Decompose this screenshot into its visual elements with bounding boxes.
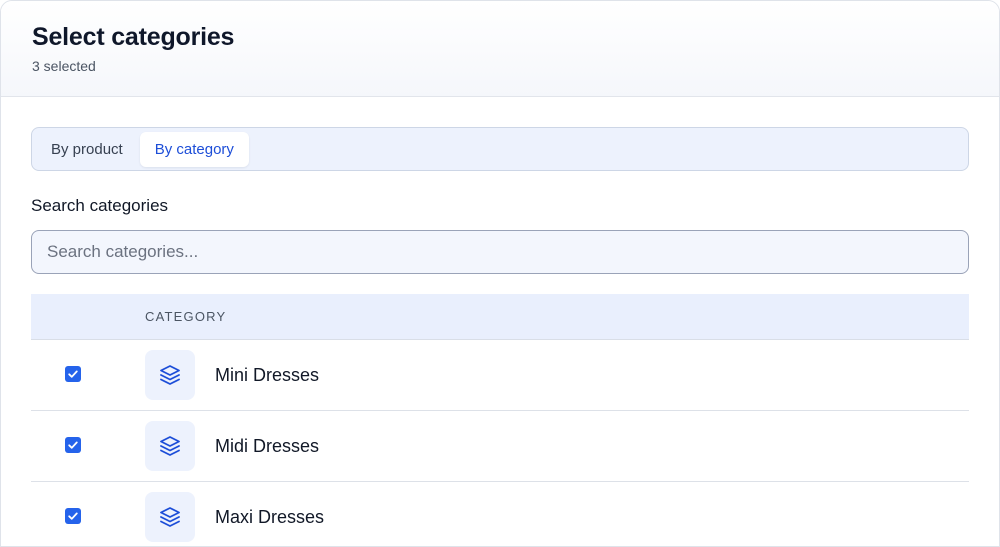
tab-by-product[interactable]: By product xyxy=(36,132,138,167)
row-checkbox[interactable] xyxy=(65,508,81,524)
panel-title: Select categories xyxy=(32,23,235,51)
table-row[interactable]: Midi Dresses xyxy=(31,411,969,482)
panel-header: Select categories 3 selected xyxy=(1,1,999,97)
layers-icon xyxy=(145,350,195,400)
selected-count: 3 selected xyxy=(32,58,96,74)
search-input[interactable] xyxy=(31,230,969,274)
row-category-cell: Mini Dresses xyxy=(145,350,319,400)
row-checkbox[interactable] xyxy=(65,366,81,382)
select-categories-panel: Select categories 3 selected By product … xyxy=(0,0,1000,547)
row-category-cell: Maxi Dresses xyxy=(145,492,324,542)
table-row[interactable]: Maxi Dresses xyxy=(31,482,969,546)
checkmark-icon xyxy=(68,370,78,378)
category-table: CATEGORY Mini Dresses Midi Dresses Maxi … xyxy=(31,294,969,546)
checkmark-icon xyxy=(68,441,78,449)
category-name: Maxi Dresses xyxy=(215,506,325,527)
row-checkbox-cell xyxy=(31,437,145,453)
table-row[interactable]: Mini Dresses xyxy=(31,340,969,411)
panel-body: By product By category Search categories… xyxy=(1,97,999,546)
tab-by-category[interactable]: By category xyxy=(139,131,249,167)
row-checkbox[interactable] xyxy=(65,437,81,453)
category-name: Mini Dresses xyxy=(215,364,320,385)
category-name: Midi Dresses xyxy=(215,435,320,456)
layers-icon xyxy=(145,421,195,471)
table-header: CATEGORY xyxy=(31,294,969,340)
checkmark-icon xyxy=(68,512,78,520)
row-checkbox-cell xyxy=(31,508,145,524)
layers-icon xyxy=(145,492,195,542)
category-column-header: CATEGORY xyxy=(145,309,227,324)
tab-bar: By product By category xyxy=(31,127,969,171)
search-label: Search categories xyxy=(31,196,169,215)
row-checkbox-cell xyxy=(31,366,145,382)
row-category-cell: Midi Dresses xyxy=(145,421,319,471)
